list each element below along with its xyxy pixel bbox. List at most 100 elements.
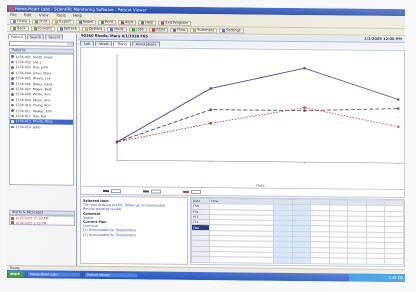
x-axis (117, 159, 404, 164)
menu-file[interactable]: File (10, 12, 17, 17)
patient-icon (11, 103, 14, 107)
tab-recent[interactable]: Recent (45, 34, 64, 40)
series-selector-3[interactable] (183, 189, 201, 194)
refresh-button[interactable]: Refresh (56, 26, 80, 32)
options-icon (84, 27, 88, 31)
taskbar-item-2[interactable]: Patient Viewer (84, 271, 138, 279)
print-button[interactable]: Print (32, 18, 51, 24)
patient-row[interactable]: 1234-014 Jablo (10, 124, 73, 130)
help-button[interactable]: Help (138, 19, 157, 26)
tab-patient[interactable]: Patient (8, 34, 26, 40)
taskbar-item-1[interactable]: Home-Heart Labs (27, 271, 81, 278)
trend-chart-svg: Date (115, 54, 404, 188)
refresh-icon (59, 27, 63, 31)
labs-button[interactable]: Labs (128, 26, 147, 32)
app-icon (9, 6, 14, 12)
home-icon (13, 19, 16, 23)
tab-lab[interactable]: Lab (80, 40, 95, 46)
message-item[interactable]: 4/14/2005 2:15 PM (10, 221, 74, 226)
settings-icon (222, 28, 226, 32)
print-icon (35, 19, 39, 23)
tab-vitals[interactable]: Vitals (95, 40, 113, 47)
flow-icon (173, 28, 177, 32)
menu-help[interactable]: Help (73, 13, 82, 18)
series-2-point (303, 109, 306, 112)
series-2-point (209, 108, 213, 111)
flow-button[interactable]: Flow (170, 27, 189, 33)
notes-icon (78, 20, 82, 24)
tab-annotations[interactable]: Annotations (131, 41, 161, 47)
settings-button[interactable]: Settings (219, 27, 244, 33)
x-axis-label: Date (256, 184, 264, 188)
table-cell[interactable] (273, 257, 293, 264)
messages-list: 4/15/2005 10:30 AM 4/14/2005 2:15 PM (9, 215, 75, 226)
table-cell[interactable] (366, 258, 385, 265)
menu-view[interactable]: View (39, 12, 49, 17)
summary-button[interactable]: Summary (190, 27, 218, 33)
start-button[interactable]: start (8, 270, 24, 278)
results-table: Date Time TSH FT4 FT3 TT4 TBG (191, 198, 404, 265)
system-tray-clock: 2:45 PM (349, 273, 405, 283)
export-button[interactable]: Export (52, 18, 74, 25)
notes-button[interactable]: Notes (75, 19, 96, 25)
row-label-cell (191, 256, 210, 263)
table-cell[interactable] (384, 258, 404, 265)
table-cell[interactable] (310, 257, 330, 264)
exit-button[interactable]: Exit Program (158, 20, 191, 26)
patient-icon (11, 98, 14, 102)
selected-item-notes: Selected Item TSH test ordered 4/1/05; f… (80, 195, 188, 265)
table-cell[interactable] (329, 258, 348, 264)
printer-button[interactable]: Print (97, 19, 117, 25)
series-line-3 (116, 107, 399, 143)
series-3-point (396, 125, 400, 129)
vitals-icon (151, 28, 155, 32)
patient-icon (11, 66, 14, 69)
patient-icon (11, 125, 14, 129)
patient-panel: Patient Search Recent Patients 1234-001 S… (7, 33, 77, 266)
search-go-button[interactable] (67, 42, 73, 46)
forward-button[interactable]: Forward (30, 25, 55, 31)
forward-icon (33, 26, 37, 30)
patient-icon (11, 93, 14, 96)
patient-detail-panel: 90360 Rhode, Mary 4/1/1938 F65 1/1/2005 … (78, 33, 405, 270)
home-button[interactable]: Home (10, 18, 31, 24)
patient-search-input[interactable] (9, 41, 74, 47)
export-icon (55, 20, 59, 24)
series-1-point (303, 66, 306, 70)
menu-edit[interactable]: Edit (24, 12, 32, 17)
patient-icon (11, 77, 14, 80)
summary-icon (193, 28, 197, 32)
table-row[interactable] (191, 256, 404, 265)
meds-button[interactable]: Meds (107, 26, 127, 32)
series-selector-2[interactable] (143, 189, 161, 194)
printer-icon (100, 20, 104, 24)
series-selector-1[interactable] (103, 188, 121, 193)
results-grid: Date Time TSH FT4 FT3 TT4 TBG (190, 196, 405, 268)
series-dropdown-2[interactable] (151, 189, 161, 194)
meds-icon (110, 27, 114, 31)
tab-search[interactable]: Search (26, 34, 45, 40)
series-3-point (209, 121, 213, 125)
table-cell[interactable] (292, 257, 311, 264)
back-button[interactable]: Back (10, 25, 29, 31)
options-button[interactable]: Options (81, 26, 106, 32)
series-2-point (396, 107, 400, 110)
patient-datetime: 1/1/2005 12:00 PM (364, 36, 402, 42)
notes-item-2[interactable]: [2] Accountable for Tests/Orders (83, 232, 185, 237)
patient-panel-tabs: Patient Search Recent (7, 33, 76, 40)
table-cell[interactable] (209, 256, 274, 263)
help-icon (141, 20, 145, 24)
application-window: Home-Heart Labs - Scientific Monitoring … (7, 5, 405, 283)
patient-list: 1234-001 Smith, Frank 1234-002 Lee, J 1234… (9, 53, 74, 186)
patient-icon (11, 71, 14, 75)
table-cell[interactable] (347, 258, 367, 264)
series-dropdown-3[interactable] (191, 189, 201, 194)
alert-button[interactable]: Alert (118, 19, 137, 25)
tab-trend[interactable]: Trend (113, 41, 131, 47)
series-dropdown-1[interactable] (111, 188, 121, 193)
patient-icon (11, 82, 14, 85)
vitals-button[interactable]: Vitals (148, 26, 169, 33)
patient-icon (11, 120, 14, 123)
alert-flag-icon (11, 216, 14, 220)
menu-tools[interactable]: Tools (56, 13, 66, 18)
